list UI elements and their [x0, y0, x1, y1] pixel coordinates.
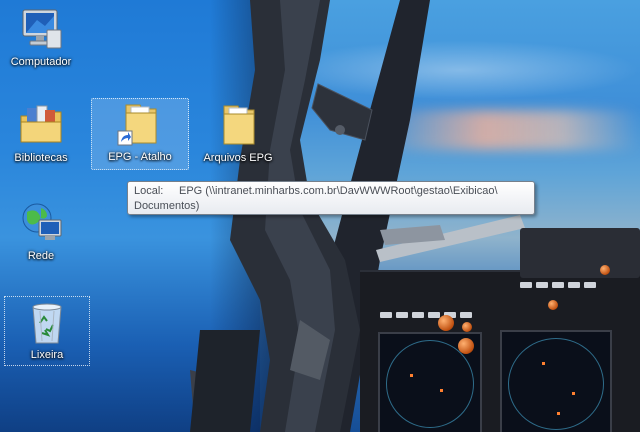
overhead-panel: [520, 228, 640, 278]
desktop-icon-epg-atalho[interactable]: EPG - Atalho: [91, 98, 189, 170]
tooltip-location: EPG (\\intranet.minharbs.com.br\DavWWWRo…: [179, 185, 498, 197]
tooltip-location-cont: Documentos): [134, 200, 200, 212]
folder-icon: [214, 102, 262, 150]
icon-label: Lixeira: [30, 349, 64, 361]
panel-knob: [600, 265, 610, 275]
panel-knob: [438, 315, 454, 331]
network-icon: [17, 200, 65, 248]
folder-shortcut-icon: [116, 101, 164, 149]
panel-knob: [458, 338, 474, 354]
desktop-icon-bibliotecas[interactable]: Bibliotecas: [4, 100, 78, 164]
icon-label: Bibliotecas: [14, 152, 68, 164]
shortcut-tooltip: Local: EPG (\\intranet.minharbs.com.br\D…: [127, 181, 535, 215]
desktop-icon-rede[interactable]: Rede: [4, 198, 78, 262]
panel-buttons-upper: [520, 282, 596, 288]
libraries-icon: [17, 102, 65, 150]
instrument-panel: [360, 270, 640, 432]
icon-label: Arquivos EPG: [203, 152, 273, 164]
icon-label: EPG - Atalho: [108, 151, 172, 163]
desktop-wallpaper: [0, 0, 640, 432]
icon-label: Rede: [27, 250, 55, 262]
desktop-icon-lixeira[interactable]: Lixeira: [4, 296, 90, 366]
navigation-display: [500, 330, 612, 432]
recycle-bin-icon: [23, 299, 71, 347]
panel-knob: [548, 300, 558, 310]
desktop-icon-arquivos-epg[interactable]: Arquivos EPG: [198, 100, 278, 164]
panel-buttons: [380, 312, 472, 318]
icon-label: Computador: [10, 56, 72, 68]
computer-icon: [17, 6, 65, 54]
tooltip-key: Local:: [134, 185, 164, 197]
desktop-icon-computador[interactable]: Computador: [4, 4, 78, 68]
panel-knob: [462, 322, 472, 332]
